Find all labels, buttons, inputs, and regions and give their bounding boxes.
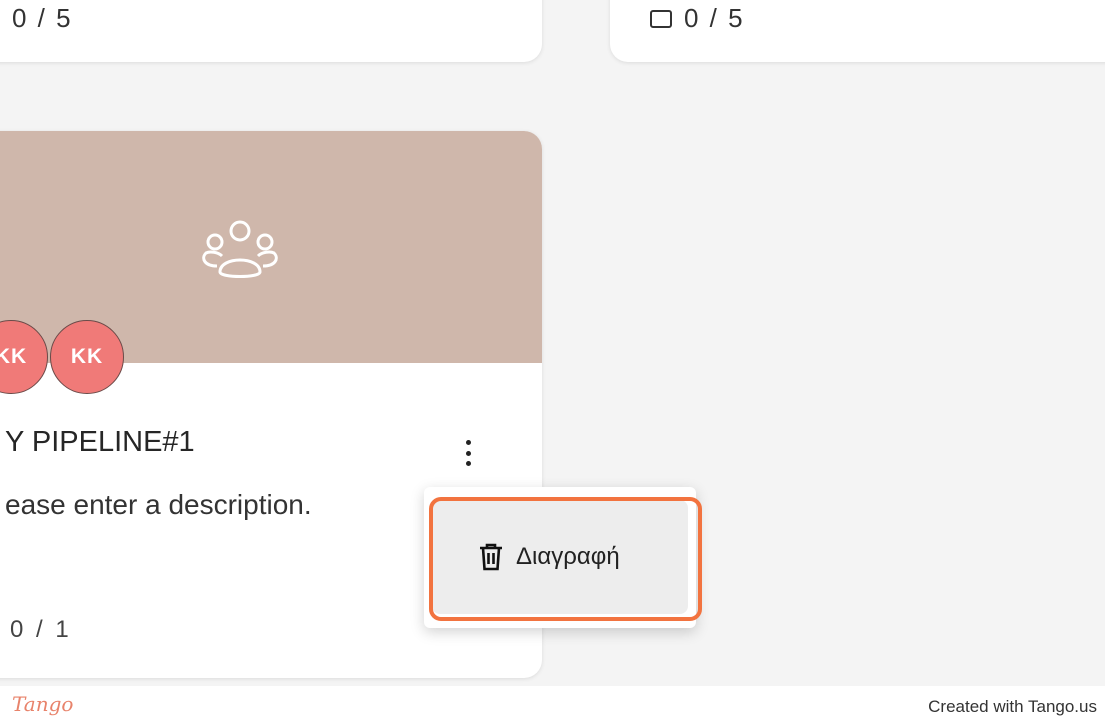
workspace-canvas: 0 / 5 0 / 5 KK KK Y PIPELINE#1 ease ente…: [0, 0, 1105, 686]
card-count: 0 / 5: [12, 3, 73, 33]
avatar[interactable]: KK: [50, 320, 124, 394]
footer: Tango Created with Tango.us: [0, 686, 1105, 722]
delete-menu-label: Διαγραφή: [516, 543, 620, 570]
context-menu: Διαγραφή: [424, 487, 696, 628]
delete-menu-item[interactable]: Διαγραφή: [432, 500, 688, 614]
pipeline-card-top-left[interactable]: 0 / 5: [0, 0, 542, 62]
card-count-row: 0 / 5: [650, 3, 745, 34]
card-count: 0 / 1: [10, 616, 72, 643]
kebab-dot: [465, 461, 471, 466]
card-description: ease enter a description.: [5, 489, 312, 520]
card-count: 0 / 5: [684, 3, 745, 33]
task-icon: [650, 9, 672, 28]
footer-note: Created with Tango.us: [928, 697, 1097, 716]
card-title[interactable]: Y PIPELINE#1: [5, 426, 195, 459]
trash-icon: [480, 543, 502, 571]
group-icon: [202, 220, 278, 278]
pipeline-card-top-right[interactable]: 0 / 5: [610, 0, 1105, 62]
tango-logo: Tango: [12, 692, 74, 716]
kebab-dot: [465, 450, 471, 456]
kebab-dot: [465, 440, 471, 445]
kebab-icon[interactable]: [458, 436, 478, 470]
